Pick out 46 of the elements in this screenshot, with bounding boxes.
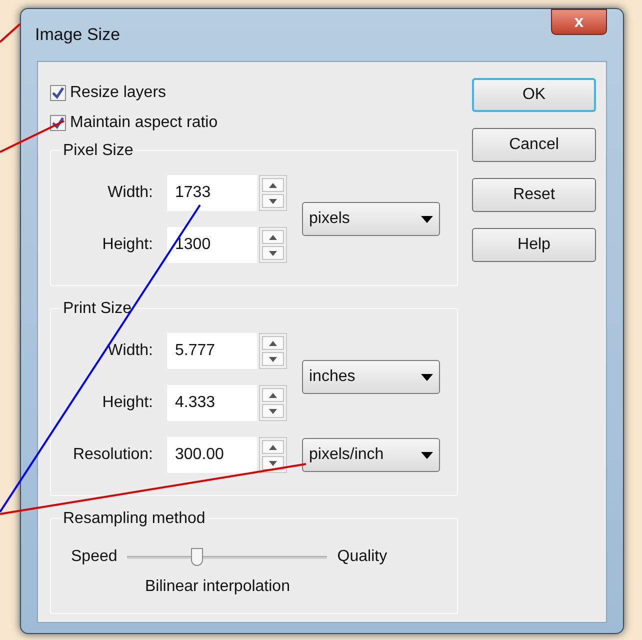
window-title: Image Size <box>35 24 120 46</box>
dialog-button[interactable]: Cancel <box>472 128 596 162</box>
method-label: Bilinear interpolation <box>145 578 290 595</box>
field-label: Width: <box>106 183 154 203</box>
slider-thumb[interactable] <box>191 548 204 566</box>
caret-icon <box>421 452 433 458</box>
field-label: Resolution: <box>72 445 154 465</box>
checkbox-label: Maintain aspect ratio <box>70 113 218 133</box>
caret-icon <box>421 216 433 222</box>
slider-max-label: Quality <box>337 547 388 567</box>
spin-up-icon[interactable] <box>262 336 284 350</box>
unit-dropdown[interactable]: pixels <box>302 202 440 236</box>
slider-min-label: Speed <box>71 547 118 567</box>
spin-down-icon[interactable] <box>262 194 284 208</box>
spin-down-icon[interactable] <box>262 246 284 260</box>
caret-icon <box>421 374 433 380</box>
spinner-control[interactable] <box>259 227 287 263</box>
unit-dropdown[interactable]: inches <box>302 360 440 394</box>
number-field[interactable]: 1733 <box>167 175 257 211</box>
spin-up-icon[interactable] <box>262 178 284 192</box>
spin-down-icon[interactable] <box>262 456 284 470</box>
spin-down-icon[interactable] <box>262 352 284 366</box>
field-label: Width: <box>106 341 154 361</box>
leader-line <box>0 120 64 153</box>
number-field[interactable]: 5.777 <box>167 333 257 369</box>
field-label: Height: <box>101 393 154 413</box>
dialog-button[interactable]: Reset <box>472 178 596 212</box>
spin-up-icon[interactable] <box>262 440 284 454</box>
spinner-control[interactable] <box>259 385 287 421</box>
spin-up-icon[interactable] <box>262 230 284 244</box>
checkbox-label: Resize layers <box>70 83 166 103</box>
spin-up-icon[interactable] <box>262 388 284 402</box>
spinner-control[interactable] <box>259 333 287 369</box>
dialog-button[interactable]: OK <box>472 78 596 112</box>
unit-dropdown[interactable]: pixels/inch <box>302 438 440 472</box>
number-field[interactable]: 1300 <box>167 227 257 263</box>
close-button[interactable]: x <box>551 9 607 35</box>
number-field[interactable]: 300.00 <box>167 437 257 473</box>
spin-down-icon[interactable] <box>262 404 284 418</box>
dialog-button[interactable]: Help <box>472 228 596 262</box>
checkbox[interactable] <box>50 85 66 101</box>
leader-line <box>0 23 21 43</box>
field-label: Height: <box>101 235 154 255</box>
spinner-control[interactable] <box>259 175 287 211</box>
number-field[interactable]: 4.333 <box>167 385 257 421</box>
spinner-control[interactable] <box>259 437 287 473</box>
